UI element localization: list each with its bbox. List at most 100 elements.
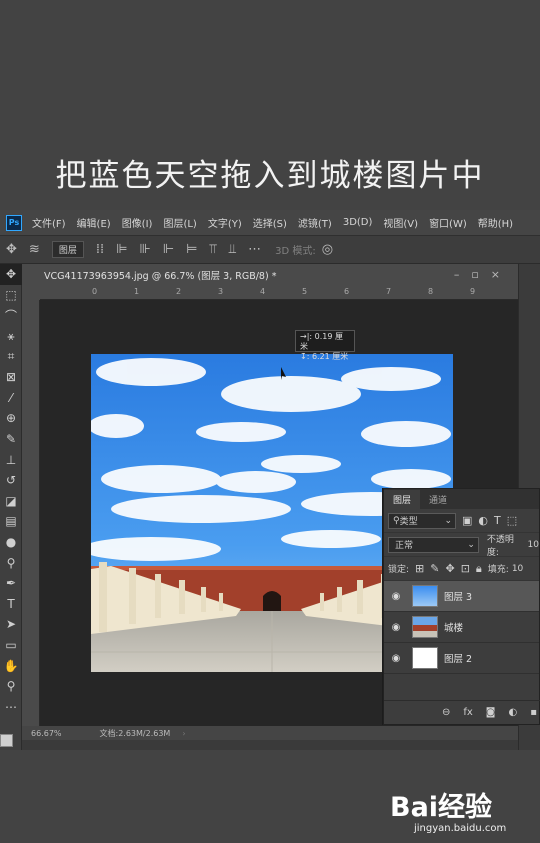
blend-mode-dropdown[interactable]: 正常 ⌄: [388, 536, 479, 553]
tools-panel: ✥ ⬚ ⌒ ⚹ ⌗ ⊠ ⁄ ⊕ ✎ ⊥ ↺ ◪ ▤ ● ⚲ ✒ T ➤ ▭ ✋ …: [0, 264, 22, 750]
frame-tool-icon[interactable]: ⊠: [0, 367, 22, 388]
eye-icon[interactable]: ◉: [384, 622, 408, 633]
history-brush-icon[interactable]: ↺: [0, 470, 22, 491]
more-options-icon[interactable]: ⋯: [248, 242, 261, 257]
align-top-icon[interactable]: ⫪: [209, 242, 216, 257]
menu-3d[interactable]: 3D(D): [343, 217, 373, 228]
transform-controls-icon[interactable]: ⁞⁞: [96, 242, 104, 257]
layer-thumbnail: [412, 616, 438, 638]
layer-thumbnail: [412, 585, 438, 607]
vertical-ruler[interactable]: [22, 300, 40, 726]
window-controls[interactable]: –▫×: [454, 268, 512, 281]
document-size: 文档:2.63M/2.63M: [99, 728, 171, 738]
zoom-level[interactable]: 66.67%: [31, 729, 62, 738]
path-select-icon[interactable]: ➤: [0, 614, 22, 635]
link-layers-icon[interactable]: ⊖: [442, 707, 450, 718]
status-arrow-icon[interactable]: ›: [182, 729, 185, 738]
ruler-tick: 1: [134, 287, 140, 296]
menu-filter[interactable]: 滤镜(T): [298, 215, 332, 230]
clone-stamp-icon[interactable]: ⊥: [0, 449, 22, 470]
align-left-icon[interactable]: ⊫: [116, 242, 127, 257]
type-filter-icon[interactable]: T: [494, 514, 501, 527]
opacity-value[interactable]: 10: [528, 540, 539, 550]
layer-effects-icon[interactable]: fx: [463, 707, 472, 718]
image-filter-icon[interactable]: ▣: [462, 514, 472, 527]
dodge-tool-icon[interactable]: ⚲: [0, 552, 22, 573]
move-tool-icon[interactable]: ✥: [0, 264, 22, 285]
menu-select[interactable]: 选择(S): [253, 215, 287, 230]
fill-label: 填充:: [487, 565, 509, 575]
lock-label: 锁定:: [388, 565, 410, 575]
type-tool-icon[interactable]: T: [0, 594, 22, 615]
tab-channels[interactable]: 通道: [420, 490, 456, 509]
menu-window[interactable]: 窗口(W): [429, 215, 467, 230]
ruler-tick: 2: [176, 287, 182, 296]
menu-layer[interactable]: 图层(L): [163, 215, 196, 230]
eye-icon[interactable]: ◉: [384, 653, 408, 664]
layer-filter-dropdown[interactable]: ⚲ 类型 ⌄: [388, 512, 456, 529]
adjustment-filter-icon[interactable]: ◐: [478, 514, 488, 527]
layer-mask-icon[interactable]: ◙: [486, 707, 496, 718]
shape-filter-icon[interactable]: ⬚: [507, 514, 517, 527]
foreground-color-swatch[interactable]: [0, 734, 13, 747]
lock-transparent-icon[interactable]: ⊞: [415, 562, 424, 575]
gradient-tool-icon[interactable]: ▤: [0, 511, 22, 532]
marquee-tool-icon[interactable]: ⬚: [0, 285, 22, 306]
magic-wand-icon[interactable]: ⚹: [0, 326, 22, 347]
layer-row[interactable]: ◉ 城楼: [384, 612, 539, 643]
hand-tool-icon[interactable]: ✋: [0, 655, 22, 676]
3d-mode-label: 3D 模式:: [275, 246, 316, 257]
3d-orbit-icon[interactable]: ◎: [322, 242, 333, 257]
horizontal-ruler[interactable]: 0 1 2 3 4 5 6 7 8 9: [40, 286, 518, 300]
tab-layers[interactable]: 图层: [384, 490, 421, 509]
healing-brush-icon[interactable]: ⊕: [0, 408, 22, 429]
distribute-icon[interactable]: ⊨: [186, 242, 197, 257]
eyedropper-icon[interactable]: ⁄: [0, 388, 22, 409]
menu-image[interactable]: 图像(I): [122, 215, 153, 230]
lock-pixels-icon[interactable]: ✎: [430, 562, 439, 575]
blur-tool-icon[interactable]: ●: [0, 532, 22, 553]
rectangle-tool-icon[interactable]: ▭: [0, 635, 22, 656]
move-tool-icon[interactable]: ✥: [6, 242, 17, 257]
crop-tool-icon[interactable]: ⌗: [0, 346, 22, 367]
lock-artboard-icon[interactable]: ⊡: [461, 562, 470, 575]
brush-tool-icon[interactable]: ✎: [0, 429, 22, 450]
fill-value[interactable]: 10: [512, 564, 523, 574]
more-tools-icon[interactable]: ⋯: [0, 696, 22, 717]
zoom-tool-icon[interactable]: ⚲: [0, 676, 22, 697]
chevron-down-icon: ⌄: [444, 515, 452, 526]
photoshop-logo: Ps: [6, 214, 22, 231]
layers-stack-icon[interactable]: ≋: [29, 242, 40, 257]
layer-name: 图层 2: [444, 654, 473, 665]
eraser-icon[interactable]: ◪: [0, 491, 22, 512]
adjustment-layer-icon[interactable]: ◐: [508, 707, 517, 718]
lasso-tool-icon[interactable]: ⌒: [0, 305, 22, 326]
baidu-logo: Bai经验: [390, 792, 493, 823]
baidu-watermark: Bai经验 jingyan.baidu.com: [390, 785, 530, 835]
filter-label: 类型: [399, 517, 418, 527]
menu-file[interactable]: 文件(F): [32, 215, 66, 230]
blend-mode-value: 正常: [395, 541, 414, 551]
eye-icon[interactable]: ◉: [384, 591, 408, 602]
align-middle-icon[interactable]: ⫫: [229, 242, 236, 257]
tooltip-y-offset: ↧: 6.21 厘米: [300, 352, 349, 361]
document-tab-bar: VCG41173963954.jpg @ 66.7% (图层 3, RGB/8)…: [22, 264, 518, 286]
video-caption: 把蓝色天空拖入到城楼图片中: [55, 158, 485, 194]
new-layer-icon[interactable]: ▪: [530, 707, 537, 718]
menu-view[interactable]: 视图(V): [383, 215, 418, 230]
search-icon: ⚲: [393, 515, 400, 526]
auto-select-dropdown[interactable]: 图层: [51, 241, 84, 258]
opacity-label: 不透明度:: [486, 534, 514, 558]
align-right-icon[interactable]: ⊩: [163, 242, 174, 257]
lock-position-icon[interactable]: ✥: [445, 562, 454, 575]
menu-edit[interactable]: 编辑(E): [77, 215, 111, 230]
lock-all-icon[interactable]: 🔒︎: [476, 562, 482, 576]
chevron-down-icon: ⌄: [467, 539, 475, 550]
document-tab[interactable]: VCG41173963954.jpg @ 66.7% (图层 3, RGB/8)…: [22, 264, 518, 286]
pen-tool-icon[interactable]: ✒: [0, 573, 22, 594]
layer-row[interactable]: ◉ 图层 3: [384, 581, 539, 612]
menu-help[interactable]: 帮助(H): [478, 215, 513, 230]
menu-type[interactable]: 文字(Y): [208, 215, 242, 230]
layer-row[interactable]: ◉ 图层 2: [384, 643, 539, 674]
align-center-icon[interactable]: ⊪: [139, 242, 150, 257]
